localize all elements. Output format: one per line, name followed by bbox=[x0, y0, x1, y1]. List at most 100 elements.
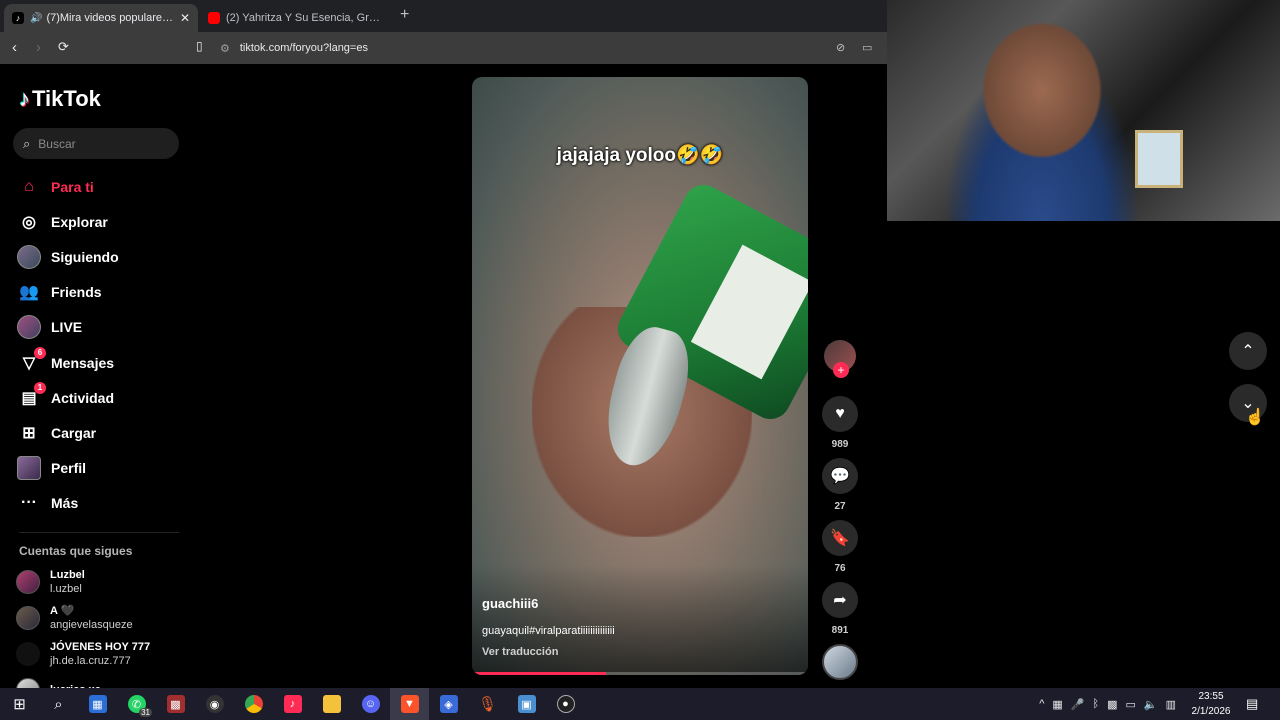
site-info-icon[interactable]: ⚙ bbox=[220, 42, 230, 55]
following-name: A 🖤 bbox=[50, 605, 75, 617]
search-icon: ⌕ bbox=[54, 695, 63, 713]
taskbar-mic[interactable]: 🎙 bbox=[468, 688, 507, 720]
following-list: Luzbel l.uzbel A 🖤 angievelasqueze JÓVEN… bbox=[16, 564, 186, 708]
avatar bbox=[16, 642, 40, 666]
taskbar-tiktok[interactable]: ♪ bbox=[273, 688, 312, 720]
app-icon: ◈ bbox=[439, 695, 458, 713]
sidebar-item-label: Cargar bbox=[51, 424, 97, 441]
comment-button[interactable]: 💬 bbox=[822, 458, 858, 494]
taskbar-chrome[interactable] bbox=[234, 688, 273, 720]
previous-video-button[interactable]: ⌃ bbox=[1229, 332, 1267, 370]
video-progress-bar[interactable] bbox=[472, 672, 808, 675]
record-icon: ● bbox=[556, 695, 575, 713]
following-username: l.uzbel bbox=[50, 583, 82, 595]
live-avatar-icon bbox=[16, 314, 42, 340]
tab-title: (2) Yahritza Y Su Esencia, Grupo Front bbox=[226, 12, 382, 24]
screen: ♪ 🔊 (7)Mira videos populares sele ✕ (2) … bbox=[0, 0, 1280, 720]
search-input[interactable]: ⌕ Buscar bbox=[13, 128, 179, 159]
translate-link[interactable]: Ver traducción bbox=[482, 646, 558, 658]
follow-plus-icon[interactable]: + bbox=[833, 362, 849, 378]
clock-date: 2/1/2026 bbox=[1191, 706, 1231, 717]
forward-icon[interactable]: › bbox=[36, 39, 41, 56]
network-app-icon[interactable]: ▦ bbox=[1052, 698, 1062, 711]
system-clock[interactable]: 23:55 2/1/2026 bbox=[1186, 689, 1236, 719]
activity-icon: ▤ 1 bbox=[16, 381, 46, 411]
sidebar-item-mensajes[interactable]: ▽ 6 Mensajes bbox=[16, 345, 186, 380]
poster-image bbox=[1135, 130, 1183, 188]
sidebar-item-mas[interactable]: ··· Más bbox=[16, 486, 186, 521]
game-icon: ▩ bbox=[166, 695, 185, 713]
sidebar-item-cargar[interactable]: ⊞ Cargar bbox=[16, 415, 186, 450]
cast-off-icon[interactable]: ⊘ bbox=[836, 41, 845, 54]
share-button[interactable]: ➦ bbox=[822, 582, 858, 618]
address-bar[interactable]: ⚙ tiktok.com/foryou?lang=es bbox=[220, 36, 880, 60]
browser-tab-strip: ♪ 🔊 (7)Mira videos populares sele ✕ (2) … bbox=[0, 0, 887, 32]
close-tab-icon[interactable]: ✕ bbox=[180, 11, 190, 25]
save-button[interactable]: 🔖 bbox=[822, 520, 858, 556]
search-taskbar-button[interactable]: ⌕ bbox=[39, 688, 78, 720]
windows-icon: ⊞ bbox=[13, 696, 26, 713]
sidebar-item-actividad[interactable]: ▤ 1 Actividad bbox=[16, 380, 186, 415]
tiktok-icon: ♪ bbox=[283, 695, 302, 713]
tiktok-favicon-icon: ♪ bbox=[12, 12, 24, 24]
taskbar-obs[interactable]: ◉ bbox=[195, 688, 234, 720]
tiktok-logo[interactable]: ♪ TikTok bbox=[19, 86, 101, 112]
upload-icon: ⊞ bbox=[22, 424, 36, 442]
sidebar-item-label: Más bbox=[51, 495, 79, 512]
bluetooth-icon[interactable]: ᛒ bbox=[1092, 698, 1099, 710]
speaker-icon[interactable]: 🔊 bbox=[30, 13, 42, 24]
network-icon[interactable]: ▥ bbox=[1166, 698, 1176, 711]
nvidia-icon[interactable]: ▩ bbox=[1107, 698, 1117, 711]
chevron-up-icon[interactable]: ^ bbox=[1039, 698, 1044, 710]
notifications-icon[interactable]: ▤ bbox=[1246, 696, 1258, 712]
youtube-favicon-icon bbox=[208, 12, 220, 24]
clock-time: 23:55 bbox=[1198, 691, 1224, 702]
sidebar-item-siguiendo[interactable]: Siguiendo bbox=[16, 239, 186, 274]
sidebar-item-label: Actividad bbox=[51, 389, 115, 406]
taskbar-discord[interactable]: ☺ bbox=[351, 688, 390, 720]
sidebar-item-perfil[interactable]: Perfil bbox=[16, 451, 186, 486]
store-icon: ▦ bbox=[88, 695, 107, 713]
following-item[interactable]: A 🖤 angievelasqueze bbox=[16, 600, 186, 636]
reload-icon[interactable]: ⟳ bbox=[58, 39, 69, 55]
sidebar-item-para-ti[interactable]: ⌂ Para ti bbox=[16, 169, 186, 204]
sidebar-item-friends[interactable]: 👥 Friends bbox=[16, 275, 186, 310]
back-icon[interactable]: ‹ bbox=[12, 39, 17, 56]
taskbar-app-screen[interactable]: ▣ bbox=[507, 688, 546, 720]
taskbar-store[interactable]: ▦ bbox=[78, 688, 117, 720]
display-icon[interactable]: ▭ bbox=[1125, 698, 1135, 711]
sidebar-item-label: Mensajes bbox=[51, 354, 115, 371]
video-overlay-text: jajajaja yoloo🤣🤣 bbox=[556, 145, 724, 166]
streamer-image bbox=[927, 20, 1157, 221]
creator-avatar[interactable]: + bbox=[824, 340, 856, 378]
chrome-icon bbox=[244, 695, 263, 713]
new-tab-icon[interactable]: + bbox=[400, 6, 409, 24]
video-author[interactable]: guachiii6 bbox=[482, 596, 538, 611]
taskbar-brave[interactable]: ▼ bbox=[390, 688, 429, 720]
like-button[interactable]: ♥ bbox=[822, 396, 858, 432]
sidebar-item-live[interactable]: LIVE bbox=[16, 310, 186, 345]
home-icon: ⌂ bbox=[24, 177, 34, 195]
video-progress-fill bbox=[472, 672, 607, 675]
taskbar-app-red[interactable]: ▩ bbox=[156, 688, 195, 720]
action-rail: + ♥ 989 💬 27 🔖 76 ➦ 891 bbox=[822, 340, 858, 680]
tab-tiktok[interactable]: ♪ 🔊 (7)Mira videos populares sele ✕ bbox=[4, 4, 198, 32]
music-disc-icon[interactable] bbox=[822, 644, 858, 680]
microphone-tray-icon[interactable]: 🎤 bbox=[1071, 698, 1085, 711]
tab-youtube[interactable]: (2) Yahritza Y Su Esencia, Grupo Front bbox=[200, 4, 390, 32]
video-player[interactable]: jajajaja yoloo🤣🤣 guachiii6 guayaquil#vir… bbox=[472, 77, 808, 675]
bookmark-icon[interactable]: ▯ bbox=[196, 39, 203, 53]
comment-count: 27 bbox=[834, 501, 846, 512]
brave-icon: ▼ bbox=[400, 695, 419, 713]
volume-icon[interactable]: 🔈 bbox=[1144, 698, 1158, 711]
window-icon[interactable]: ▭ bbox=[862, 41, 872, 54]
following-item[interactable]: JÓVENES HOY 777 jh.de.la.cruz.777 bbox=[16, 636, 186, 672]
taskbar-app-record[interactable]: ● bbox=[546, 688, 585, 720]
start-button[interactable]: ⊞ bbox=[0, 688, 39, 720]
taskbar-whatsapp[interactable]: ✆ 31 bbox=[117, 688, 156, 720]
compass-icon: ◎ bbox=[22, 213, 36, 231]
taskbar-explorer[interactable] bbox=[312, 688, 351, 720]
sidebar-item-explorar[interactable]: ◎ Explorar bbox=[16, 204, 186, 239]
taskbar-app-blue[interactable]: ◈ bbox=[429, 688, 468, 720]
following-item[interactable]: Luzbel l.uzbel bbox=[16, 564, 186, 600]
